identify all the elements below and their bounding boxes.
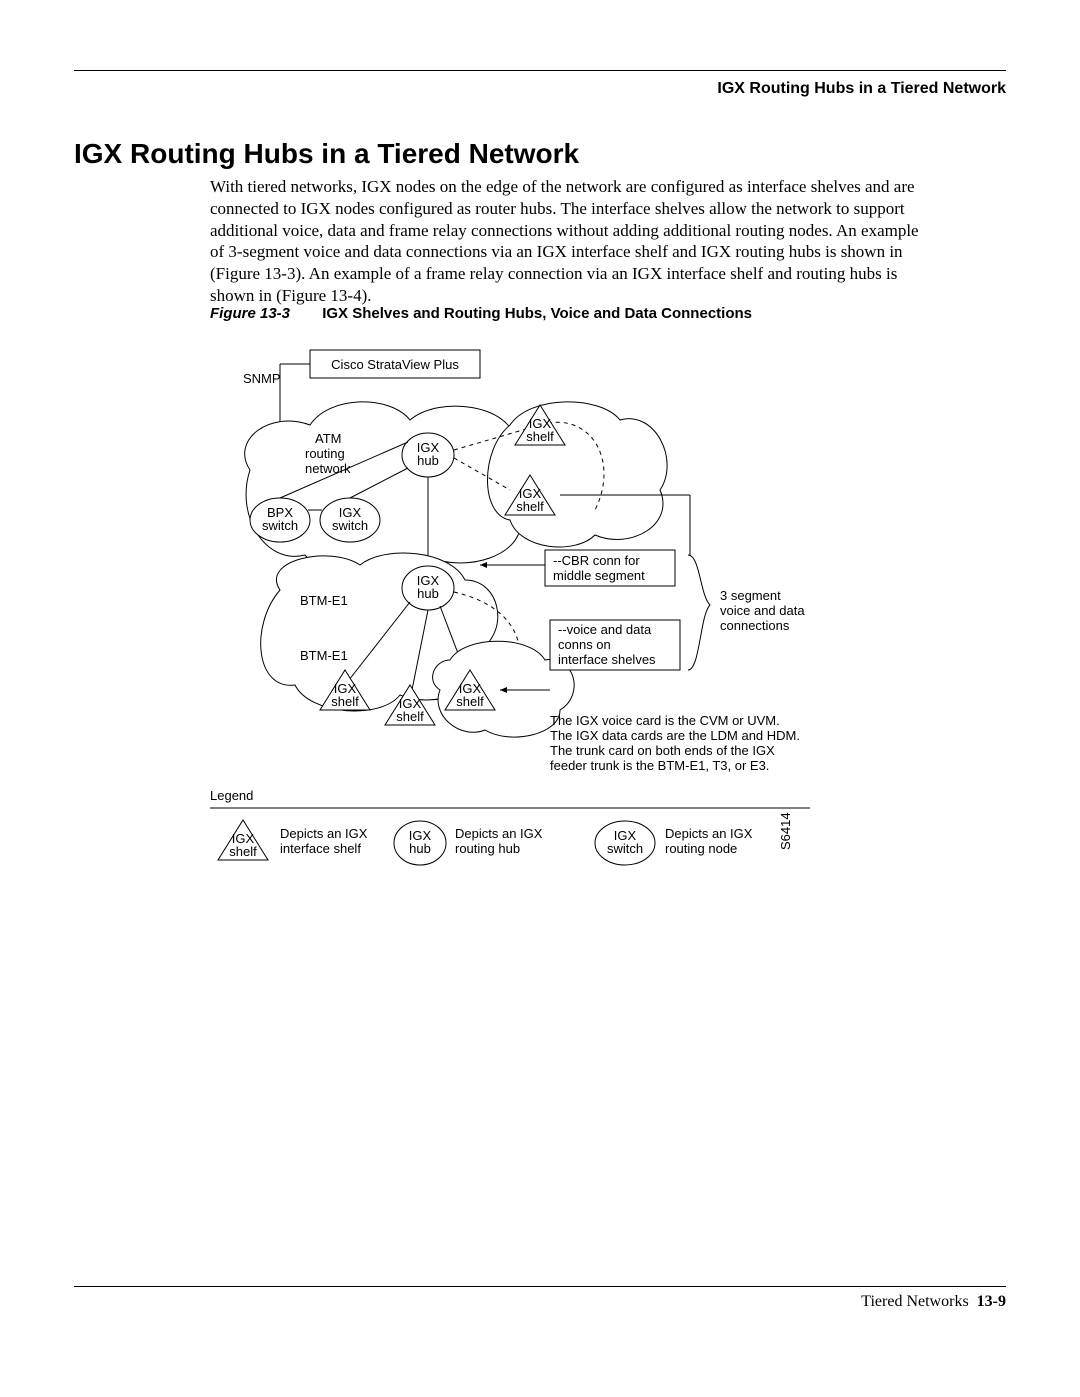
- note-2: The IGX data cards are the LDM and HDM.: [550, 728, 800, 743]
- footer: Tiered Networks 13-9: [861, 1293, 1006, 1311]
- strataview-label: Cisco StrataView Plus: [331, 357, 459, 372]
- brace-2: voice and data: [720, 603, 805, 618]
- atm-label-3: network: [305, 461, 351, 476]
- atm-label-2: routing: [305, 446, 345, 461]
- brace-3: connections: [720, 618, 790, 633]
- shelf-ur1-b: shelf: [526, 429, 554, 444]
- leg-shelf-t1: Depicts an IGX: [280, 826, 368, 841]
- page: IGX Routing Hubs in a Tiered Network IGX…: [0, 0, 1080, 1397]
- shelf-b1-b: shelf: [331, 694, 359, 709]
- leg-sw-b: switch: [607, 841, 643, 856]
- leg-sw-t2: routing node: [665, 841, 737, 856]
- shelf-b2-b: shelf: [396, 709, 424, 724]
- header-rule: [74, 70, 1006, 71]
- cbr-1: --CBR conn for: [553, 553, 640, 568]
- igx-hub-mid-2: hub: [417, 586, 439, 601]
- btm-e1-left: BTM-E1: [300, 593, 348, 608]
- figure-title: IGX Shelves and Routing Hubs, Voice and …: [322, 305, 752, 322]
- leg-hub-b: hub: [409, 841, 431, 856]
- legend-title: Legend: [210, 788, 253, 803]
- note-1: The IGX voice card is the CVM or UVM.: [550, 713, 780, 728]
- figure-label: Figure 13-3: [210, 305, 290, 322]
- leg-hub-t1: Depicts an IGX: [455, 826, 543, 841]
- atm-label-1: ATM: [315, 431, 341, 446]
- page-heading: IGX Routing Hubs in a Tiered Network: [74, 138, 579, 170]
- leg-shelf-b: shelf: [229, 844, 257, 859]
- bpx-switch-2: switch: [262, 518, 298, 533]
- igx-hub-top-2: hub: [417, 453, 439, 468]
- shelf-b3-b: shelf: [456, 694, 484, 709]
- network-diagram: Cisco StrataView Plus SNMP ATM routing n…: [210, 340, 930, 900]
- leg-shelf-t2: interface shelf: [280, 841, 361, 856]
- intro-paragraph: With tiered networks, IGX nodes on the e…: [210, 176, 930, 307]
- note-4: feeder trunk is the BTM-E1, T3, or E3.: [550, 758, 769, 773]
- vd-1: --voice and data: [558, 622, 652, 637]
- header-section-title: IGX Routing Hubs in a Tiered Network: [717, 80, 1006, 98]
- btm-e1-lower: BTM-E1: [300, 648, 348, 663]
- brace-1: 3 segment: [720, 588, 781, 603]
- vd-2: conns on: [558, 637, 611, 652]
- s-number: S6414: [778, 812, 793, 850]
- snmp-label: SNMP: [243, 371, 281, 386]
- footer-rule: [74, 1286, 1006, 1287]
- vd-3: interface shelves: [558, 652, 656, 667]
- leg-sw-t1: Depicts an IGX: [665, 826, 753, 841]
- igx-switch-2: switch: [332, 518, 368, 533]
- footer-chapter: Tiered Networks: [861, 1293, 968, 1310]
- footer-page: 13-9: [977, 1293, 1006, 1310]
- note-3: The trunk card on both ends of the IGX: [550, 743, 775, 758]
- leg-hub-t2: routing hub: [455, 841, 520, 856]
- cbr-2: middle segment: [553, 568, 645, 583]
- figure-caption: Figure 13-3 IGX Shelves and Routing Hubs…: [210, 305, 752, 322]
- shelf-ur2-b: shelf: [516, 499, 544, 514]
